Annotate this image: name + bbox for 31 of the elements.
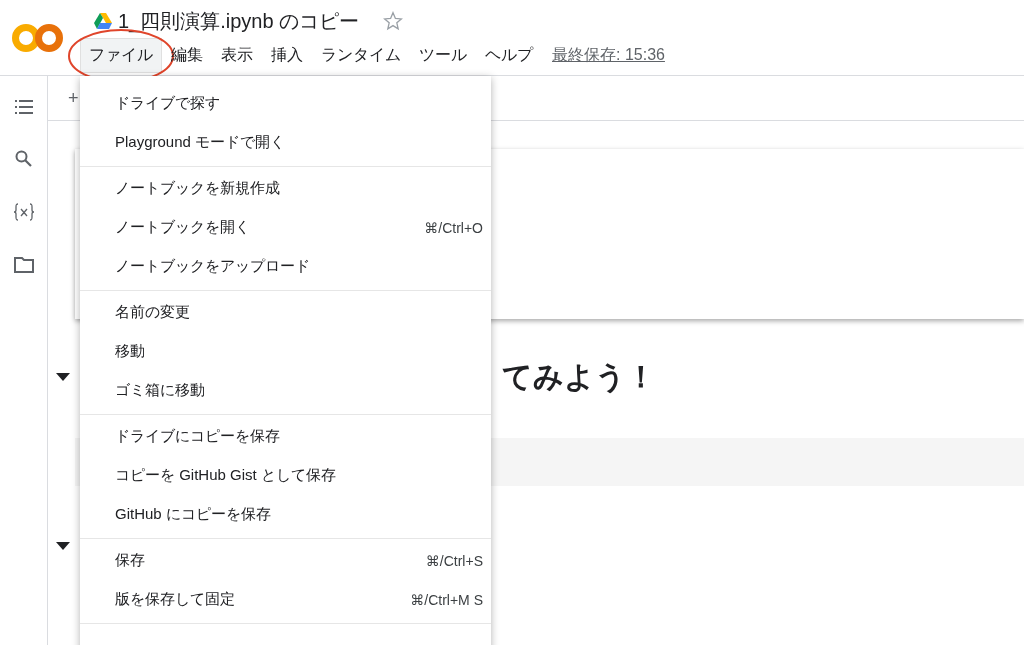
drive-icon — [94, 13, 112, 29]
menu-option[interactable]: 移動 — [80, 332, 491, 371]
search-icon[interactable] — [15, 150, 32, 167]
variables-icon[interactable] — [12, 203, 35, 221]
add-button[interactable]: + — [68, 87, 79, 109]
menu-option[interactable]: ノートブックをアップロード — [80, 247, 491, 286]
menu-option[interactable]: 版を保存して固定 ⌘/Ctrl+M S — [80, 580, 491, 619]
menu-option[interactable]: GitHub にコピーを保存 — [80, 495, 491, 534]
menu-option[interactable]: ノートブックを開く ⌘/Ctrl+O — [80, 208, 491, 247]
menu-item[interactable]: ヘルプ — [476, 37, 542, 73]
star-icon[interactable] — [383, 11, 404, 31]
menu-option[interactable]: ドライブにコピーを保存 — [80, 417, 491, 456]
collapse-icon[interactable] — [56, 373, 70, 381]
menu-item[interactable]: ツール — [410, 37, 476, 73]
last-saved-link[interactable]: 最終保存: 15:36 — [552, 44, 665, 66]
menu-item[interactable]: ファイル — [80, 37, 162, 73]
menu-option[interactable]: コピーを GitHub Gist として保存 — [80, 456, 491, 495]
menu-option[interactable]: ドライブで探す — [80, 84, 491, 123]
menu-option[interactable]: ノートブックを新規作成 — [80, 169, 491, 208]
logo-icon — [12, 22, 64, 53]
menu-option[interactable]: 保存 ⌘/Ctrl+S — [80, 541, 491, 580]
section-heading: てみよう！ — [502, 358, 656, 395]
menu-option[interactable]: ゴミ箱に移動 — [80, 371, 491, 410]
menu-item[interactable]: 表示 — [212, 37, 262, 73]
collapse-icon[interactable] — [56, 542, 70, 550]
menu-item[interactable]: ランタイム — [312, 37, 410, 73]
menu-option[interactable]: 名前の変更 — [80, 293, 491, 332]
list-icon[interactable] — [14, 100, 33, 114]
menu-item[interactable]: 挿入 — [262, 37, 312, 73]
folder-icon[interactable] — [13, 257, 34, 273]
menu-option[interactable]: Playground モードで開く — [80, 123, 491, 162]
